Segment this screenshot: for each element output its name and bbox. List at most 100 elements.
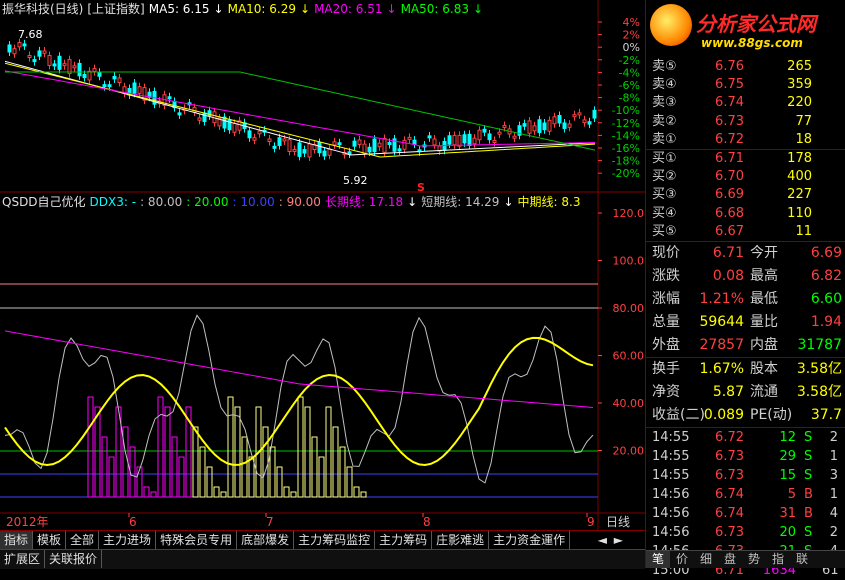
quote-tab[interactable]: 联: [790, 551, 814, 568]
candle: [102, 84, 107, 88]
indicator-name[interactable]: QSDD自己优化: [2, 195, 86, 209]
quote-tab[interactable]: 笔: [646, 551, 670, 568]
tab-shadow[interactable]: 庄影难逃: [432, 531, 490, 549]
indicator-tabbar: 指标 模板 全部 主力进场 特殊会员专用 底部爆发 主力筹码监控 主力筹码 庄影难逃 主力资金運作…: [0, 530, 645, 550]
pct-tick: -2%: [619, 54, 640, 67]
bid-row[interactable]: 买④ 6.68 110: [646, 205, 845, 223]
tick-price: 6.74: [715, 486, 744, 502]
stat-value: 1.94: [810, 313, 842, 330]
book-price: 6.73: [715, 113, 744, 129]
candle: [132, 82, 137, 94]
long-term-line: 长期线: 17.18: [324, 195, 404, 209]
tick-count: 4: [829, 505, 838, 521]
candle: [117, 77, 122, 84]
candle: [592, 109, 597, 119]
candle: [282, 138, 287, 142]
line-90: : 90.00: [278, 195, 321, 209]
tick-volume: 12: [779, 429, 796, 445]
candle: [232, 122, 237, 133]
chart-canvas[interactable]: 4%2%0%-2%-4%-6%-8%-10%-12%-14%-16%-18%-2…: [0, 0, 645, 530]
quote-tab[interactable]: 细: [694, 551, 718, 568]
book-price: 6.71: [715, 150, 744, 166]
low-price-label: 5.92: [343, 174, 368, 187]
quote-tab[interactable]: 指: [766, 551, 790, 568]
ma5-value: MA5: 6.15: [148, 2, 210, 16]
tab-template[interactable]: 模板: [33, 531, 67, 549]
book-price: 6.68: [715, 205, 744, 221]
tab-vip[interactable]: 特殊会员专用: [156, 531, 238, 549]
candle: [452, 134, 457, 146]
quote-tab[interactable]: 势: [742, 551, 766, 568]
candle: [387, 142, 392, 146]
bid-row[interactable]: 买⑤ 6.67 11: [646, 223, 845, 241]
candle: [382, 138, 387, 153]
tab-all[interactable]: 全部: [66, 531, 100, 549]
tab-bottom-burst[interactable]: 底部爆发: [237, 531, 295, 549]
index-link[interactable]: [上证指数]: [87, 2, 144, 16]
tab-extension[interactable]: 扩展区: [0, 550, 46, 568]
candle: [427, 135, 432, 139]
quote-tabs: 笔价细盘势指联: [646, 550, 845, 568]
candle: [532, 125, 537, 132]
tab-main-entry[interactable]: 主力进场: [99, 531, 157, 549]
book-level: 买②: [652, 169, 677, 185]
tab-indicator[interactable]: 指标: [0, 531, 34, 549]
stat-value: 6.69: [810, 244, 842, 261]
candle: [447, 135, 452, 145]
candle: [307, 143, 312, 158]
quote-tab[interactable]: 盘: [718, 551, 742, 568]
ask-row[interactable]: 卖③ 6.74 220: [646, 94, 845, 112]
line-20: : 20.00: [186, 195, 229, 209]
tab-capital[interactable]: 主力资金運作: [489, 531, 571, 549]
stat-label: 总量: [652, 313, 680, 330]
candle: [52, 63, 57, 67]
book-volume: 227: [787, 187, 812, 203]
scroll-right-button[interactable]: ►: [610, 531, 627, 549]
indicator-tick: 40.00: [613, 397, 645, 410]
high-price-label: 7.68: [18, 28, 43, 41]
stat-value: 3.58亿: [796, 360, 842, 377]
book-price: 6.70: [715, 169, 744, 185]
stat-label: 外盘: [652, 336, 680, 353]
candle: [297, 142, 302, 157]
tick-volume: 31: [779, 505, 796, 521]
candle: [292, 148, 297, 152]
candle: [337, 142, 342, 146]
logo-icon: [650, 4, 692, 46]
book-level: 卖①: [652, 131, 677, 147]
ask-row[interactable]: 卖④ 6.75 359: [646, 76, 845, 94]
candle: [542, 122, 547, 131]
book-level: 卖④: [652, 77, 677, 93]
chart-area[interactable]: 4% 2% 0% -2% -4% -6% -8% -10% -12% -14% -16% -18% -2…: [0, 0, 645, 530]
pct-tick: -14%: [612, 129, 640, 142]
tick-count: 1: [829, 448, 838, 464]
candle: [302, 149, 307, 154]
pct-tick: 2%: [623, 29, 640, 42]
bid-row[interactable]: 买③ 6.69 227: [646, 186, 845, 204]
ask-book: 卖⑤ 6.76 265 卖④ 6.75 359 卖③ 6.74 220 卖② 6.73 77 卖① 6.7…: [646, 58, 845, 149]
quote-tab[interactable]: 价: [670, 551, 694, 568]
tick-side: S: [804, 467, 813, 483]
ask-row[interactable]: 卖① 6.72 18: [646, 131, 845, 149]
ask-row[interactable]: 卖② 6.73 77: [646, 113, 845, 131]
ask-row[interactable]: 卖⑤ 6.76 265: [646, 58, 845, 76]
stat-row: 涨跌 0.08 最高 6.82: [646, 265, 845, 288]
scroll-left-button[interactable]: ◄: [594, 531, 611, 549]
sell-marker: S: [417, 181, 425, 194]
candle: [322, 150, 327, 157]
tick-time: 14:56: [652, 486, 690, 502]
tab-chips[interactable]: 主力筹码: [375, 531, 433, 549]
tab-chip-monitor[interactable]: 主力筹码监控: [294, 531, 376, 549]
stat-label: 换手: [652, 360, 680, 377]
candle: [42, 50, 47, 54]
bid-row[interactable]: 买② 6.70 400: [646, 168, 845, 186]
stat-value: 27857: [699, 336, 744, 353]
stat-value: 31787: [797, 336, 842, 353]
bid-row[interactable]: 买① 6.71 178: [646, 150, 845, 168]
candle: [287, 139, 292, 153]
tab-related-quotes[interactable]: 关联报价: [45, 550, 103, 568]
stock-title[interactable]: 振华科技(日线): [2, 2, 83, 16]
stat-label: 流通: [750, 383, 778, 400]
site-logo: 分析家公式网 www.88gs.com: [646, 0, 845, 58]
indicator-header: QSDD自己优化 DDX3: -: 80.00: 20.00: 10.00: 90…: [2, 195, 581, 209]
